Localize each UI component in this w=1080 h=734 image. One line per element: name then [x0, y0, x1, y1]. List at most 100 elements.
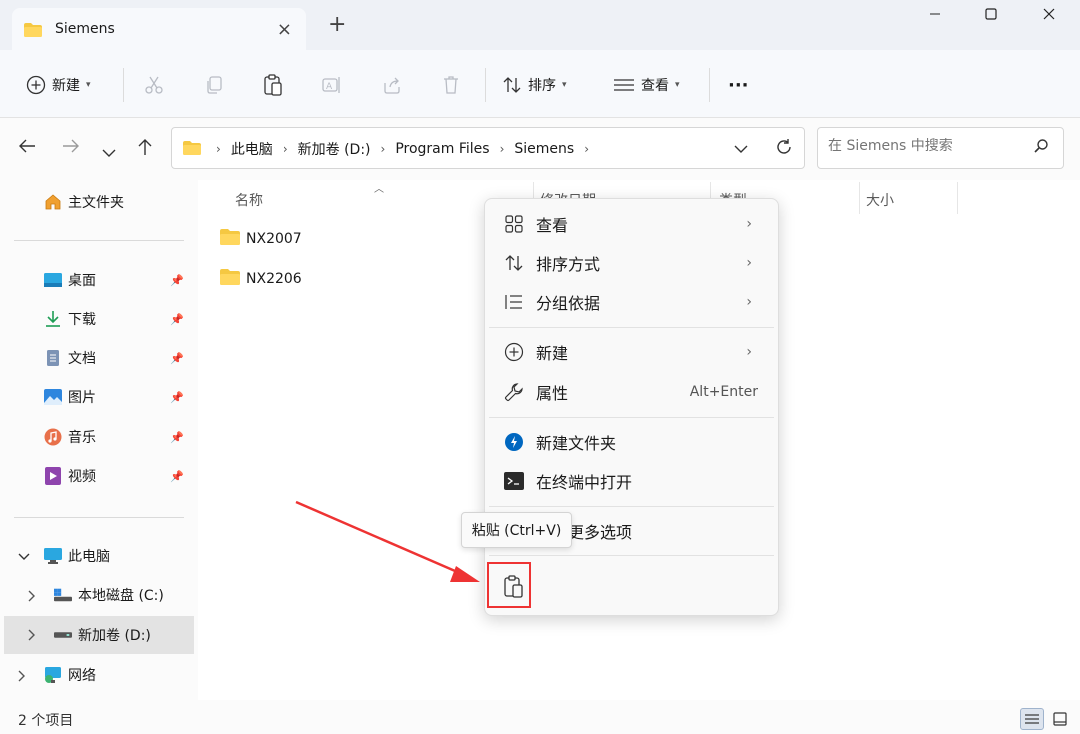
rename-button[interactable]: A: [322, 72, 342, 98]
sidebar-item-videos[interactable]: 视频 📌: [44, 458, 194, 494]
plus-circle-icon: [26, 75, 46, 95]
share-icon: [384, 77, 400, 94]
chevron-down-icon: [102, 149, 116, 157]
sidebar-item-downloads[interactable]: 下载 📌: [44, 301, 194, 337]
chevron-down-icon: ▾: [675, 80, 680, 90]
tab-siemens[interactable]: Siemens ×: [12, 8, 306, 51]
breadcrumb-program-files[interactable]: Program Files: [395, 141, 489, 157]
system-drive-icon: [54, 586, 72, 604]
pin-icon[interactable]: 📌: [170, 391, 184, 404]
pin-icon[interactable]: 📌: [170, 470, 184, 483]
sidebar-item-drive-d[interactable]: 新加卷 (D:): [4, 616, 194, 654]
delete-button[interactable]: [441, 72, 461, 98]
trash-icon: [444, 76, 458, 94]
navigation-pane: 主文件夹 桌面 📌 下载 📌 文档 📌 图片 📌 音乐 📌 视频 📌 此电脑 本…: [0, 180, 198, 700]
sidebar-divider: [14, 517, 184, 518]
sidebar-item-music[interactable]: 音乐 📌: [44, 419, 194, 455]
recent-locations-button[interactable]: [102, 142, 116, 163]
sidebar-item-pictures[interactable]: 图片 📌: [44, 379, 194, 415]
new-tab-button[interactable]: +: [328, 14, 346, 36]
chevron-right-icon: ›: [746, 216, 752, 232]
forward-button[interactable]: [62, 138, 80, 159]
address-dropdown-button[interactable]: [734, 142, 748, 158]
menu-item-sort[interactable]: 排序方式 ›: [489, 245, 774, 281]
view-button[interactable]: 查看 ▾: [613, 72, 680, 98]
sidebar-item-label: 此电脑: [68, 549, 110, 565]
context-menu: 查看 › 排序方式 › 分组依据 › 新建 › 属性 Alt+Enter 新建文…: [484, 198, 779, 616]
item-count: 2 个项目: [18, 713, 74, 729]
chevron-down-icon: ▾: [562, 80, 567, 90]
column-divider[interactable]: [957, 182, 958, 214]
tab-title: Siemens: [55, 21, 115, 37]
pin-icon[interactable]: 📌: [170, 313, 184, 326]
menu-item-label: 在终端中打开: [536, 473, 633, 492]
file-row-nx2007[interactable]: NX2007: [220, 224, 302, 254]
toolbar-divider: [123, 68, 124, 102]
new-button[interactable]: 新建 ▾: [26, 72, 91, 98]
pin-icon[interactable]: 📌: [170, 274, 184, 287]
menu-item-new[interactable]: 新建 ›: [489, 334, 774, 370]
share-button[interactable]: [382, 72, 402, 98]
close-window-button[interactable]: [1026, 8, 1072, 32]
sort-ascending-icon: ︿: [374, 184, 384, 195]
more-options-button[interactable]: ···: [728, 72, 749, 98]
address-row: › 此电脑 › 新加卷 (D:) › Program Files › Sieme…: [0, 118, 1080, 180]
sort-button[interactable]: 排序 ▾: [502, 72, 567, 98]
drive-icon: [54, 626, 72, 644]
chevron-right-icon[interactable]: [28, 590, 36, 605]
sidebar-item-desktop[interactable]: 桌面 📌: [44, 262, 194, 298]
chevron-right-icon: ›: [746, 294, 752, 310]
file-row-nx2206[interactable]: NX2206: [220, 264, 302, 294]
search-box[interactable]: [817, 127, 1064, 169]
sidebar-item-label: 本地磁盘 (C:): [78, 588, 164, 604]
paste-button[interactable]: [263, 72, 283, 98]
breadcrumb-this-pc[interactable]: 此电脑: [231, 139, 273, 159]
refresh-button[interactable]: [775, 138, 793, 160]
chevron-right-icon: ›: [746, 255, 752, 271]
search-input[interactable]: [828, 138, 1028, 154]
column-header-size[interactable]: 大小: [866, 190, 894, 210]
sidebar-item-label: 主文件夹: [68, 195, 124, 211]
sidebar-item-label: 新加卷 (D:): [78, 628, 151, 644]
breadcrumb-separator: ›: [216, 142, 221, 156]
menu-item-properties[interactable]: 属性 Alt+Enter: [489, 374, 774, 410]
sidebar-item-label: 桌面: [68, 273, 96, 289]
up-button[interactable]: [137, 138, 153, 161]
menu-item-label: 查看: [536, 216, 569, 235]
copy-button[interactable]: [204, 72, 224, 98]
view-label: 查看: [641, 78, 669, 94]
group-list-icon: [503, 291, 525, 313]
column-header-name[interactable]: 名称: [235, 190, 263, 210]
details-view-button[interactable]: [1020, 708, 1044, 730]
minimize-button[interactable]: [912, 8, 958, 32]
svg-text:A: A: [326, 82, 333, 92]
column-divider[interactable]: [859, 182, 860, 214]
sidebar-item-drive-c[interactable]: 本地磁盘 (C:): [54, 577, 194, 613]
menu-item-open-in-terminal[interactable]: 在终端中打开: [489, 463, 774, 499]
breadcrumb-siemens[interactable]: Siemens: [514, 141, 574, 157]
chevron-down-icon[interactable]: [18, 551, 30, 564]
pin-icon[interactable]: 📌: [170, 352, 184, 365]
menu-item-new-folder[interactable]: 新建文件夹: [489, 424, 774, 460]
new-folder-icon: [503, 431, 525, 453]
tab-close-icon[interactable]: ×: [277, 19, 292, 40]
tiles-view-button[interactable]: [1048, 708, 1072, 730]
back-button[interactable]: [18, 138, 36, 159]
chevron-right-icon[interactable]: [28, 629, 36, 644]
document-icon: [44, 349, 62, 367]
desktop-icon: [44, 271, 62, 289]
address-bar[interactable]: › 此电脑 › 新加卷 (D:) › Program Files › Sieme…: [171, 127, 805, 169]
menu-item-view[interactable]: 查看 ›: [489, 206, 774, 242]
sidebar-item-documents[interactable]: 文档 📌: [44, 340, 194, 376]
chevron-right-icon[interactable]: [18, 670, 26, 685]
video-icon: [44, 467, 62, 485]
menu-separator: [489, 417, 774, 418]
menu-item-label: 属性: [536, 384, 569, 403]
breadcrumb-drive-d[interactable]: 新加卷 (D:): [298, 139, 371, 159]
maximize-button[interactable]: [968, 8, 1014, 32]
menu-item-group-by[interactable]: 分组依据 ›: [489, 284, 774, 320]
cut-button[interactable]: [144, 72, 164, 98]
pin-icon[interactable]: 📌: [170, 431, 184, 444]
menu-separator: [489, 506, 774, 507]
folder-icon: [24, 23, 42, 41]
